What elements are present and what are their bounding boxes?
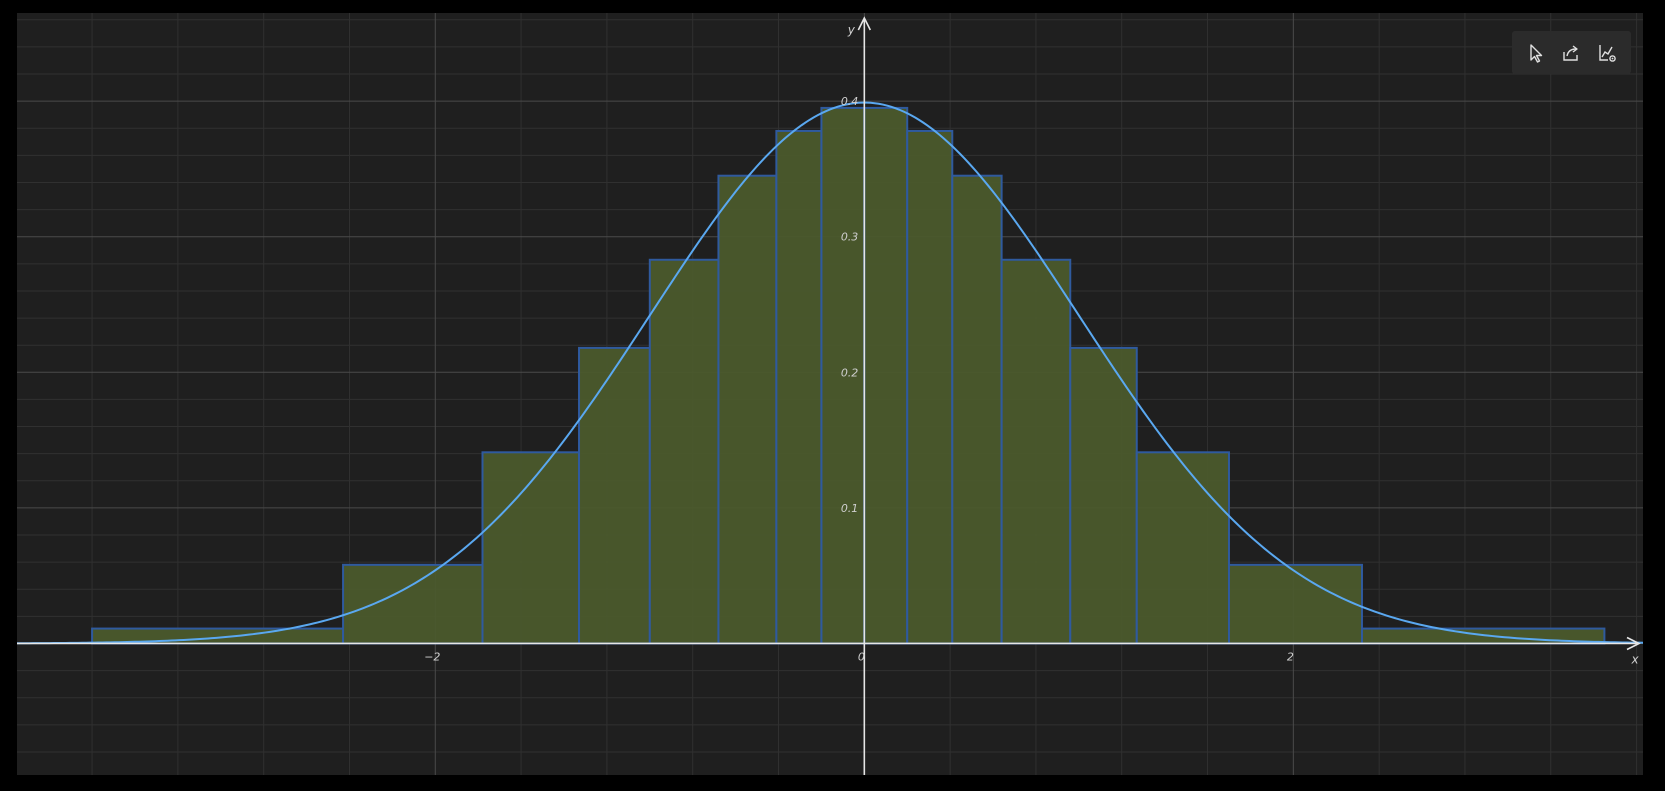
graph-toolbar [1512,31,1631,74]
share-export-icon [1563,44,1579,61]
histogram-bar [1227,563,1363,645]
cursor-arrow-icon [1530,43,1543,63]
histogram-bar [717,174,778,645]
y-tick-label: 0.2 [841,366,859,379]
histogram-bar [863,106,909,645]
graph-settings-button[interactable] [1591,37,1623,69]
histogram-bar [578,346,651,645]
histogram-bar [342,563,484,645]
plot-area[interactable]: −2 0 2 0.1 0.2 0.3 0.4 x y [17,13,1643,775]
histogram-bar [775,129,823,645]
y-tick-label: 0.1 [841,502,859,515]
x-axis-label: x [1630,652,1639,666]
x-tick-label: 0 [858,650,865,663]
histogram-bar [1000,258,1072,645]
histogram-bar [906,129,954,645]
histogram-bar [1135,451,1230,645]
share-button[interactable] [1555,37,1587,69]
x-tick-label: −2 [424,650,440,663]
histogram-bar [951,174,1003,645]
graph-settings-icon [1599,44,1616,62]
x-tick-label: 2 [1287,650,1294,663]
y-tick-label: 0.4 [841,95,859,108]
y-tick-label: 0.3 [841,231,859,244]
y-axis-label: y [847,23,856,37]
graph-canvas[interactable]: −2 0 2 0.1 0.2 0.3 0.4 x y [17,13,1643,775]
histogram-bar [648,258,720,645]
select-tool-button[interactable] [1520,37,1552,69]
histogram-bar [1069,346,1138,645]
